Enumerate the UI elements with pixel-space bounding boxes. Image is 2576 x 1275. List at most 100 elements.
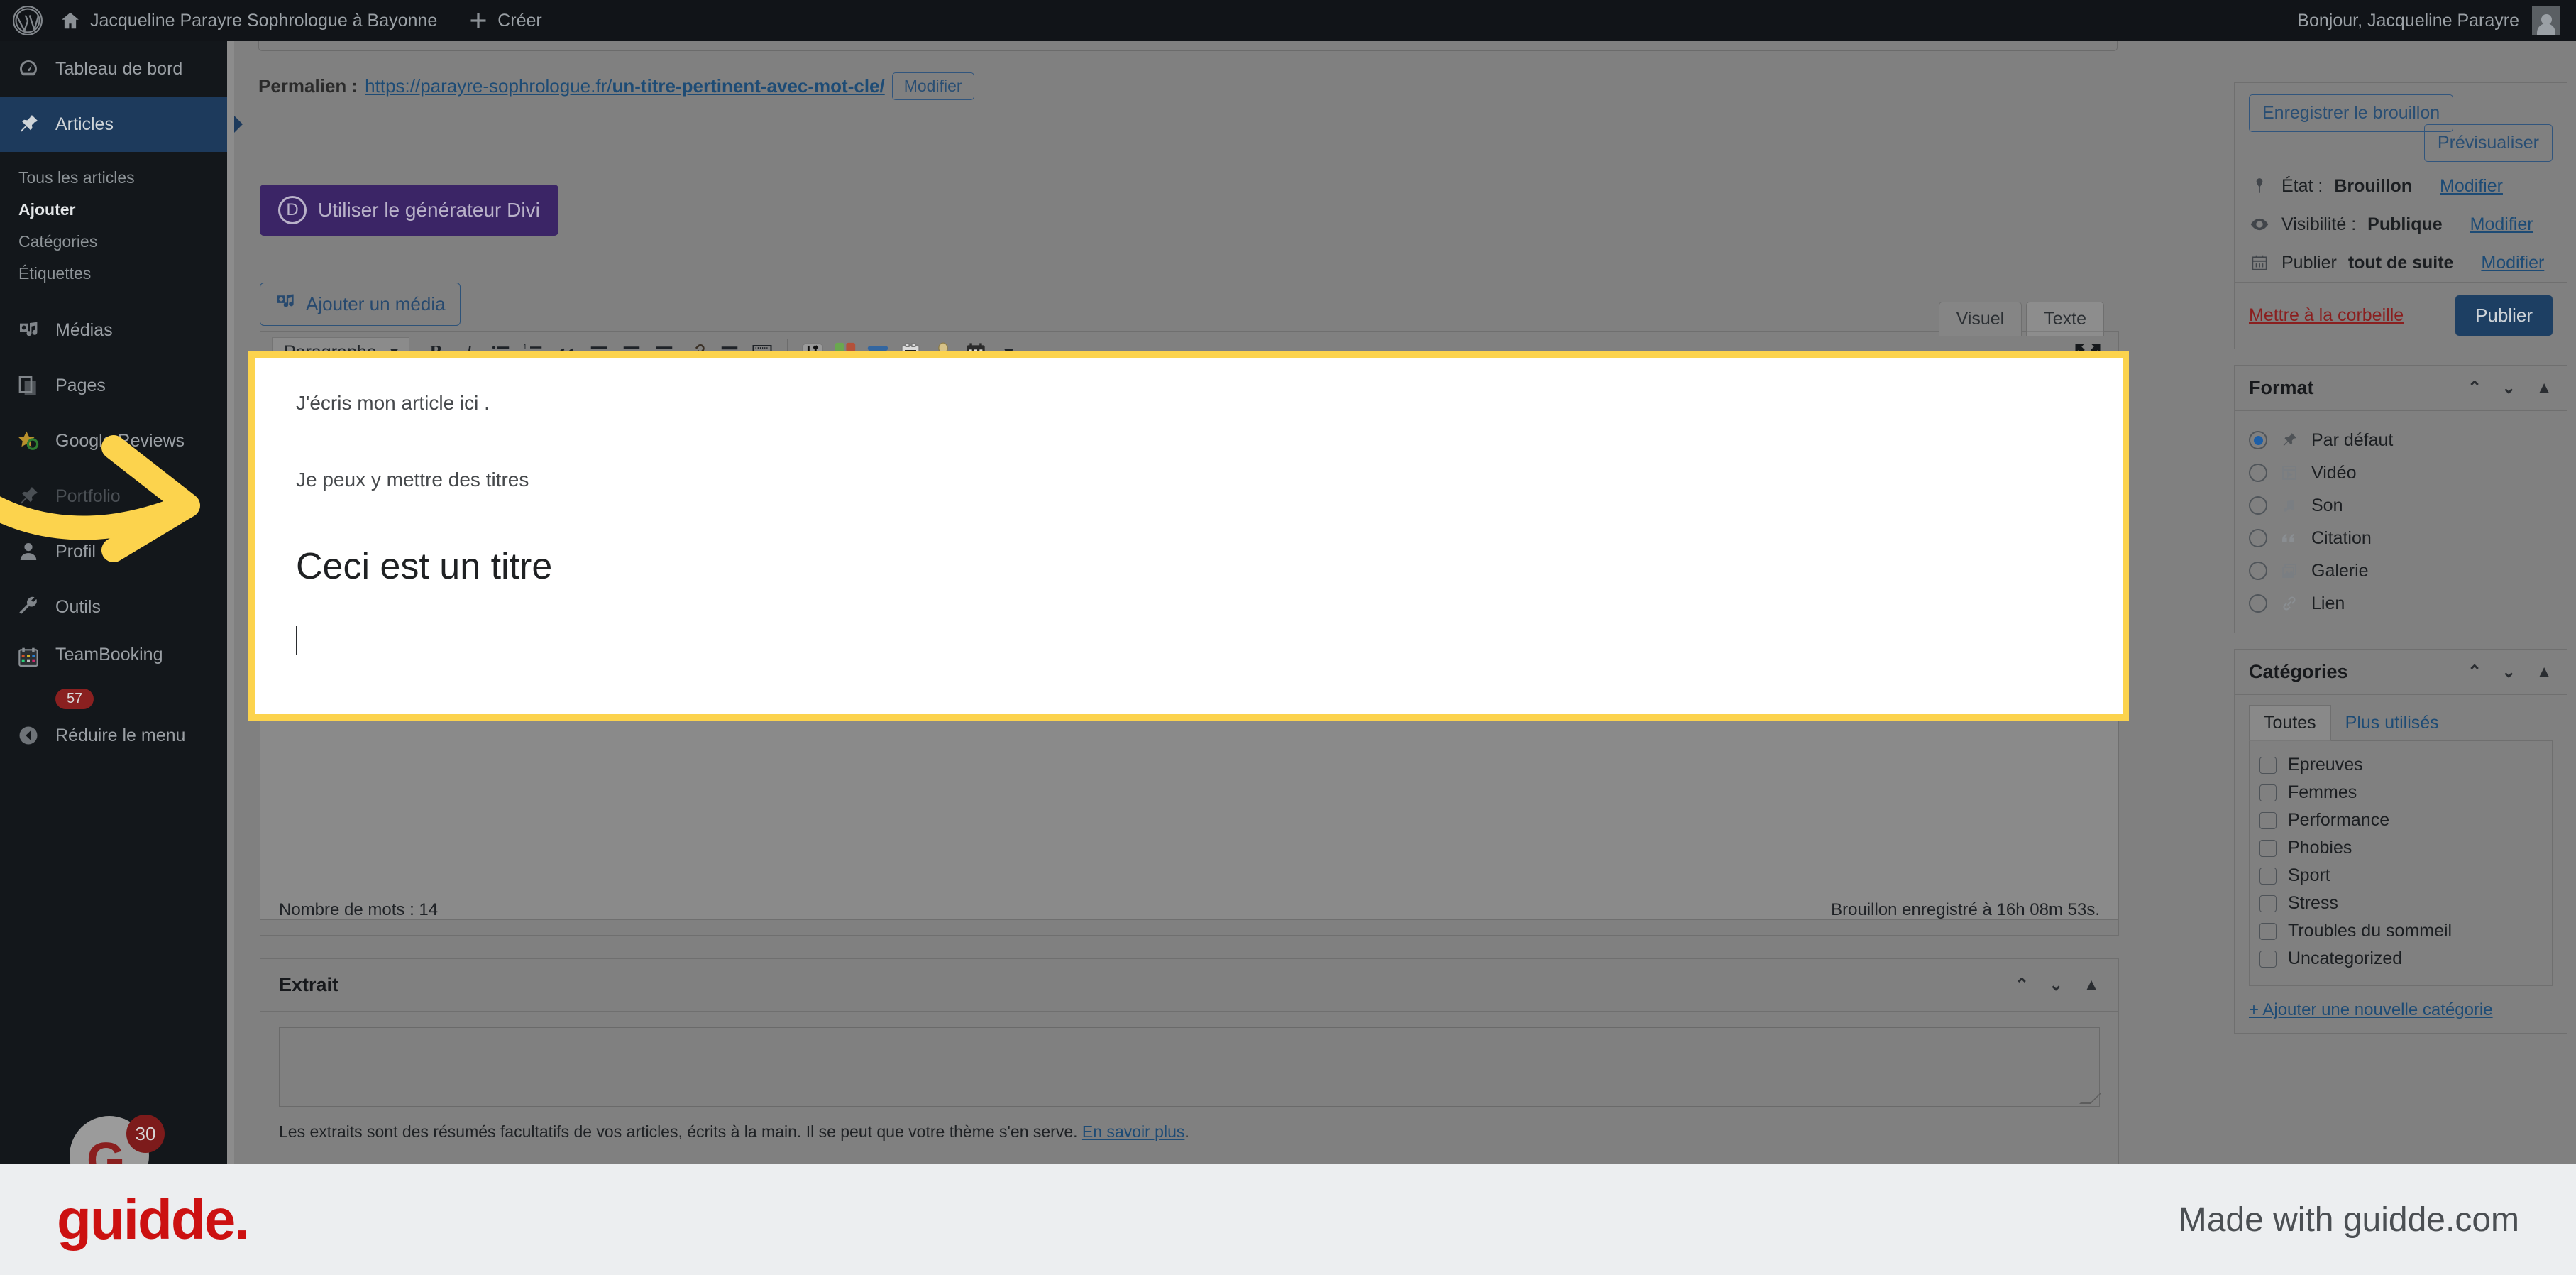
radio-lien[interactable] xyxy=(2249,594,2267,613)
category-row[interactable]: Performance xyxy=(2259,806,2542,834)
move-up-icon[interactable]: ⌃ xyxy=(2467,662,2482,682)
move-down-icon[interactable]: ⌄ xyxy=(2501,378,2516,398)
category-row[interactable]: Femmes xyxy=(2259,779,2542,806)
checkbox-uncategorized[interactable] xyxy=(2259,950,2277,968)
tab-plus-utilises[interactable]: Plus utilisés xyxy=(2331,706,2453,740)
excerpt-title: Extrait xyxy=(279,974,339,995)
admin-bar-right: Bonjour, Jacqueline Parayre xyxy=(2297,6,2576,35)
format-option-citation[interactable]: Citation xyxy=(2249,522,2553,554)
sidebar-item-medias[interactable]: Médias xyxy=(0,302,227,358)
excerpt-textarea[interactable] xyxy=(279,1027,2100,1107)
post-title-field[interactable] xyxy=(258,41,2118,51)
radio-son[interactable] xyxy=(2249,496,2267,515)
checkbox-epreuves[interactable] xyxy=(2259,756,2277,774)
sidebar-subitem-tous-les-articles[interactable]: Tous les articles xyxy=(0,162,227,194)
permalink-link[interactable]: https://parayre-sophrologue.fr/un-titre-… xyxy=(365,75,885,97)
excerpt-metabox-body: Les extraits sont des résumés facultatif… xyxy=(260,1012,2118,1157)
user-avatar[interactable] xyxy=(2532,6,2560,35)
publish-button[interactable]: Publier xyxy=(2455,295,2553,336)
teambooking-badge: 57 xyxy=(55,689,94,709)
category-label: Sport xyxy=(2288,865,2330,885)
move-down-icon[interactable]: ⌄ xyxy=(2049,975,2063,995)
toggle-panel-icon[interactable]: ▲ xyxy=(2083,975,2100,995)
plus-icon xyxy=(468,11,488,31)
radio-video[interactable] xyxy=(2249,464,2267,482)
edit-permalink-button[interactable]: Modifier xyxy=(891,72,974,100)
sidebar-collapse-menu[interactable]: Réduire le menu xyxy=(0,709,227,762)
permalink-label: Permalien : xyxy=(258,75,358,97)
sidebar-subitem-categories[interactable]: Catégories xyxy=(0,226,227,258)
format-option-son[interactable]: Son xyxy=(2249,489,2553,522)
excerpt-metabox-header: Extrait ⌃ ⌄ ▲ xyxy=(260,959,2118,1012)
sidebar-item-google-reviews[interactable]: Google Reviews xyxy=(0,413,227,469)
greeting-label[interactable]: Bonjour, Jacqueline Parayre xyxy=(2297,11,2519,31)
format-option-video[interactable]: Vidéo xyxy=(2249,456,2553,489)
format-option-label: Citation xyxy=(2311,527,2372,548)
format-option-lien[interactable]: Lien xyxy=(2249,587,2553,620)
sidebar-item-teambooking[interactable]: TeamBooking 57 xyxy=(0,635,227,709)
category-row[interactable]: Sport xyxy=(2259,862,2542,890)
category-row[interactable]: Uncategorized xyxy=(2259,945,2542,973)
checkbox-stress[interactable] xyxy=(2259,894,2277,912)
sidebar-item-pages[interactable]: Pages xyxy=(0,358,227,413)
save-draft-button[interactable]: Enregistrer le brouillon xyxy=(2249,94,2454,132)
format-option-galerie[interactable]: Galerie xyxy=(2249,554,2553,587)
format-option-par-defaut[interactable]: Par défaut xyxy=(2249,424,2553,456)
wordpress-logo-icon[interactable] xyxy=(11,4,44,37)
publish-visibility-row: Visibilité : Publique Modifier xyxy=(2235,205,2567,243)
publish-date-prefix: Publier xyxy=(2281,252,2337,273)
sidebar-item-outils[interactable]: Outils xyxy=(0,579,227,635)
link-icon xyxy=(2279,593,2300,614)
checkbox-sport[interactable] xyxy=(2259,867,2277,885)
move-up-icon[interactable]: ⌃ xyxy=(2015,975,2029,995)
sidebar-item-tableau-de-bord[interactable]: Tableau de bord xyxy=(0,41,227,97)
edit-visibility-link[interactable]: Modifier xyxy=(2470,214,2533,235)
new-content-menu[interactable]: Créer xyxy=(453,0,558,41)
add-media-button[interactable]: Ajouter un média xyxy=(260,283,461,326)
excerpt-learn-more-link[interactable]: En savoir plus xyxy=(1082,1122,1184,1141)
editor-mode-tabs: Visuel Texte xyxy=(1938,302,2104,336)
divi-button-label: Utiliser le générateur Divi xyxy=(318,199,540,221)
edit-date-link[interactable]: Modifier xyxy=(2481,253,2544,273)
category-row[interactable]: Stress xyxy=(2259,890,2542,917)
categories-metabox-body: Toutes Plus utilisés Epreuves Femmes Per… xyxy=(2235,695,2567,1033)
category-label: Troubles du sommeil xyxy=(2288,921,2453,941)
sidebar-item-profil[interactable]: Profil xyxy=(0,524,227,579)
use-divi-builder-button[interactable]: D Utiliser le générateur Divi xyxy=(260,185,558,236)
sidebar-subitem-ajouter[interactable]: Ajouter xyxy=(0,194,227,226)
tab-toutes[interactable]: Toutes xyxy=(2249,705,2331,741)
category-row[interactable]: Phobies xyxy=(2259,834,2542,862)
move-to-trash-link[interactable]: Mettre à la corbeille xyxy=(2249,305,2404,326)
editor-sidebar: Enregistrer le brouillon Prévisualiser É… xyxy=(2234,82,2567,1049)
tab-texte[interactable]: Texte xyxy=(2026,302,2104,336)
toggle-panel-icon[interactable]: ▲ xyxy=(2536,662,2553,682)
sidebar-item-label: Médias xyxy=(55,319,113,340)
collapse-arrow-icon xyxy=(16,723,41,748)
toggle-panel-icon[interactable]: ▲ xyxy=(2536,378,2553,398)
highlighted-editor-region[interactable]: J'écris mon article ici . Je peux y mett… xyxy=(248,351,2129,721)
radio-par-defaut[interactable] xyxy=(2249,431,2267,449)
move-down-icon[interactable]: ⌄ xyxy=(2501,662,2516,682)
radio-citation[interactable] xyxy=(2249,529,2267,547)
page-scrollbar[interactable] xyxy=(227,41,234,1164)
radio-galerie[interactable] xyxy=(2249,562,2267,580)
site-name-menu[interactable]: Jacqueline Parayre Sophrologue à Bayonne xyxy=(44,0,453,41)
category-row[interactable]: Epreuves xyxy=(2259,751,2542,779)
format-options-list: Par défaut Vidéo Son Citation Galerie Li… xyxy=(2235,411,2567,633)
category-row[interactable]: Troubles du sommeil xyxy=(2259,917,2542,945)
add-new-category-link[interactable]: + Ajouter une nouvelle catégorie xyxy=(2249,1000,2553,1020)
preview-button[interactable]: Prévisualiser xyxy=(2423,124,2553,162)
sidebar-item-articles[interactable]: Articles xyxy=(0,97,227,152)
sidebar-item-label: Articles xyxy=(55,114,114,134)
checkbox-phobies[interactable] xyxy=(2259,839,2277,857)
publish-status-value: Brouillon xyxy=(2334,175,2413,196)
checkbox-troubles-du-sommeil[interactable] xyxy=(2259,922,2277,940)
checkbox-performance[interactable] xyxy=(2259,811,2277,829)
edit-status-link[interactable]: Modifier xyxy=(2440,176,2503,197)
tab-visuel[interactable]: Visuel xyxy=(1938,302,2022,336)
sidebar-subitem-etiquettes[interactable]: Étiquettes xyxy=(0,258,227,290)
move-up-icon[interactable]: ⌃ xyxy=(2467,378,2482,398)
editor-typed-content[interactable]: J'écris mon article ici . Je peux y mett… xyxy=(255,358,2123,689)
checkbox-femmes[interactable] xyxy=(2259,784,2277,801)
sidebar-item-portfolio[interactable]: Portfolio xyxy=(0,469,227,524)
